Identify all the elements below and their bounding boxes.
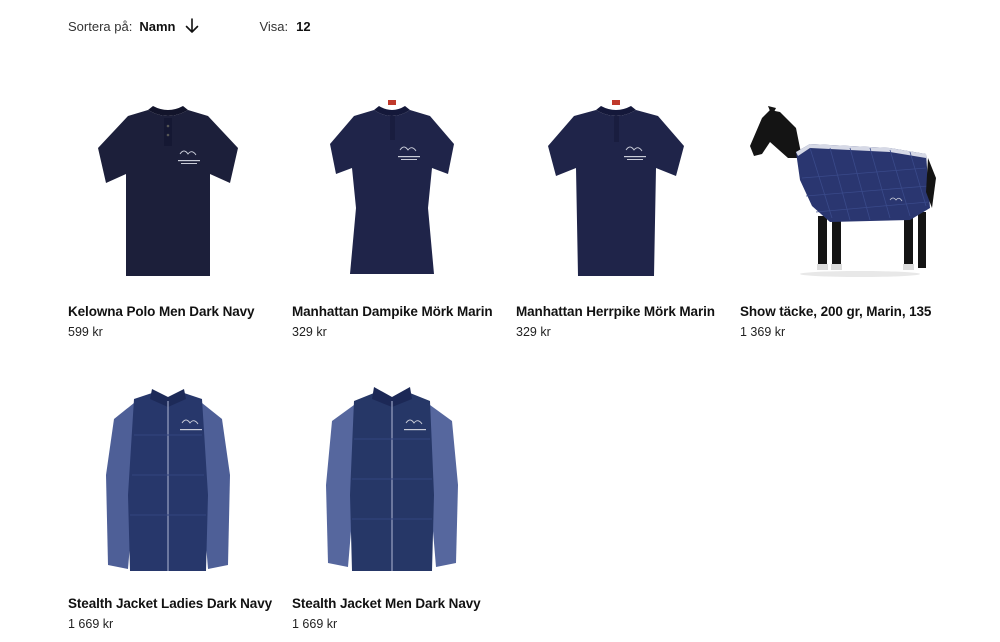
polo-shirt-icon bbox=[330, 100, 454, 274]
sort-label: Sortera på: bbox=[68, 18, 133, 34]
product-price: 329 kr bbox=[516, 325, 551, 339]
product-image-jacket-ladies[interactable] bbox=[68, 370, 268, 580]
product-card[interactable]: Show täcke, 200 gr, Marin, 135 1 369 kr bbox=[740, 78, 940, 339]
arrow-down-icon[interactable] bbox=[185, 18, 199, 34]
product-card[interactable]: Kelowna Polo Men Dark Navy 599 kr bbox=[68, 78, 268, 339]
product-price: 1 669 kr bbox=[68, 617, 114, 631]
product-card[interactable]: Manhattan Herrpike Mörk Marin 329 kr bbox=[516, 78, 716, 339]
product-image-jacket-men[interactable] bbox=[292, 370, 492, 580]
page-size-control[interactable]: Visa: 12 bbox=[259, 19, 310, 34]
product-price: 1 369 kr bbox=[740, 325, 786, 339]
polo-shirt-icon bbox=[548, 100, 684, 276]
product-image-horse-rug[interactable] bbox=[740, 78, 940, 288]
horse-rug-icon bbox=[750, 106, 936, 277]
sort-value[interactable]: Namn bbox=[139, 19, 175, 34]
product-card[interactable]: Stealth Jacket Ladies Dark Navy 1 669 kr bbox=[68, 370, 272, 631]
product-image-pique-men[interactable] bbox=[516, 78, 716, 288]
jacket-icon bbox=[106, 389, 230, 571]
product-name[interactable]: Show täcke, 200 gr, Marin, 135 bbox=[740, 304, 940, 319]
product-name[interactable]: Manhattan Herrpike Mörk Marin bbox=[516, 304, 716, 319]
product-name[interactable]: Stealth Jacket Men Dark Navy bbox=[292, 596, 492, 611]
page-size-label: Visa: bbox=[259, 18, 289, 34]
product-image-polo[interactable] bbox=[68, 78, 268, 288]
product-name[interactable]: Manhattan Dampike Mörk Marin bbox=[292, 304, 493, 319]
sort-control[interactable]: Sortera på: Namn bbox=[68, 18, 199, 34]
polo-shirt-icon bbox=[98, 106, 238, 276]
product-card[interactable]: Stealth Jacket Men Dark Navy 1 669 kr bbox=[292, 370, 492, 631]
product-price: 599 kr bbox=[68, 325, 103, 339]
product-name[interactable]: Stealth Jacket Ladies Dark Navy bbox=[68, 596, 272, 611]
product-image-pique-women[interactable] bbox=[292, 78, 492, 288]
product-price: 329 kr bbox=[292, 325, 327, 339]
product-toolbar: Sortera på: Namn Visa: 12 bbox=[68, 16, 311, 36]
product-price: 1 669 kr bbox=[292, 617, 338, 631]
jacket-icon bbox=[326, 387, 458, 571]
product-name[interactable]: Kelowna Polo Men Dark Navy bbox=[68, 304, 268, 319]
product-card[interactable]: Manhattan Dampike Mörk Marin 329 kr bbox=[292, 78, 493, 339]
page-size-value[interactable]: 12 bbox=[296, 19, 310, 34]
